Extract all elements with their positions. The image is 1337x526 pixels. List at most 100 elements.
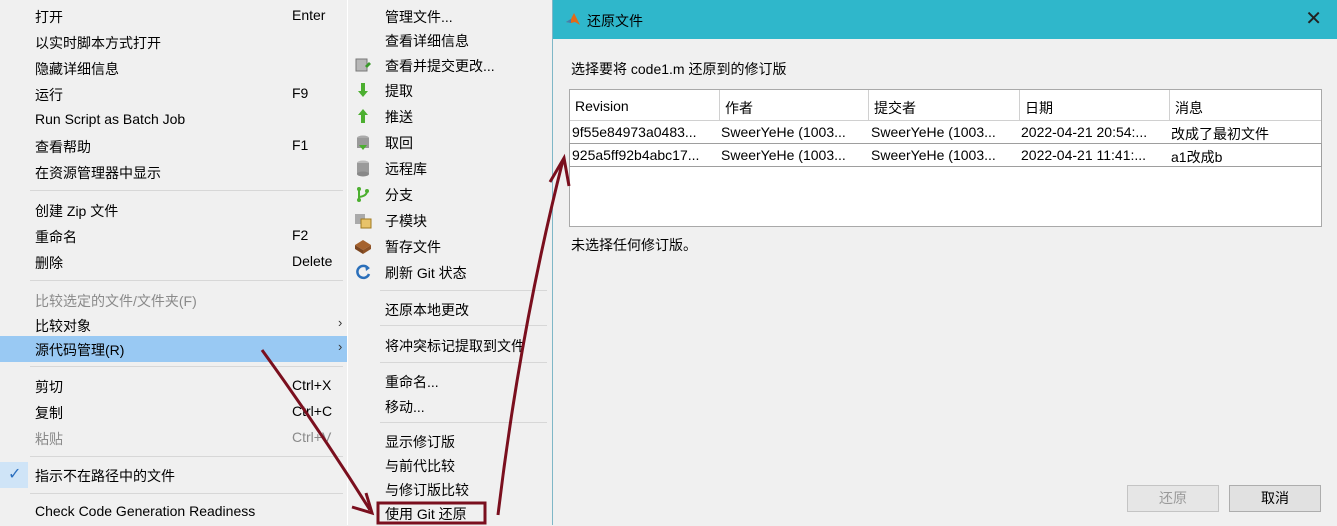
commit-icon	[354, 56, 372, 74]
menu-item-label: 在资源管理器中显示	[35, 165, 161, 181]
menu-item-paste: 粘贴 Ctrl+V	[0, 425, 347, 451]
column-header-message[interactable]: 消息	[1170, 90, 1321, 121]
submenu-item-rename[interactable]: 重命名...	[348, 368, 553, 394]
menu-item-copy[interactable]: 复制 Ctrl+C	[0, 399, 347, 425]
menu-item-open-live-script[interactable]: 以实时脚本方式打开	[0, 29, 347, 55]
menu-item-label: 管理文件...	[385, 9, 453, 25]
revert-file-dialog: 还原文件 ✕ 选择要将 code1.m 还原到的修订版 Revision 作者 …	[552, 0, 1337, 525]
menu-item-indicate-not-on-path[interactable]: ✓ 指示不在路径中的文件	[0, 462, 347, 488]
menu-item-shortcut: Ctrl+V	[292, 429, 332, 445]
menu-item-compare-to[interactable]: 比较对象 ›	[0, 312, 347, 338]
remote-icon	[354, 159, 372, 177]
push-icon	[354, 107, 372, 125]
menu-item-label: 子模块	[385, 213, 427, 229]
menu-item-label: 粘贴	[35, 431, 63, 447]
refresh-icon	[354, 263, 372, 281]
menu-separator	[30, 456, 343, 457]
menu-item-label: 查看并提交更改...	[385, 58, 495, 74]
menu-item-label: Check Code Generation Readiness	[35, 503, 256, 519]
menu-item-label: 比较对象	[35, 318, 91, 334]
menu-separator	[30, 493, 343, 494]
menu-item-label: 推送	[385, 109, 413, 125]
menu-item-shortcut: F1	[292, 137, 309, 153]
menu-item-label: 刷新 Git 状态	[385, 265, 467, 281]
menu-item-check-codegen[interactable]: Check Code Generation Readiness	[0, 499, 347, 525]
menu-item-cut[interactable]: 剪切 Ctrl+X	[0, 373, 347, 399]
menu-item-create-zip[interactable]: 创建 Zip 文件	[0, 197, 347, 223]
menu-item-label: 将冲突标记提取到文件	[385, 338, 525, 354]
menu-item-label: 查看详细信息	[385, 33, 469, 49]
column-header-revision[interactable]: Revision	[570, 90, 720, 121]
submenu-item-branch[interactable]: 分支	[348, 181, 553, 207]
source-control-submenu: 管理文件... 查看详细信息 查看并提交更改... 提取 推送 取回 远程库 分…	[347, 0, 554, 525]
table-row[interactable]: 9f55e84973a0483... SweerYeHe (1003... Sw…	[570, 121, 1321, 143]
submenu-item-fetch[interactable]: 提取	[348, 77, 553, 103]
menu-item-show-in-explorer[interactable]: 在资源管理器中显示	[0, 159, 347, 185]
submenu-item-extract-conflict[interactable]: 将冲突标记提取到文件	[348, 332, 553, 358]
submenu-item-submodule[interactable]: 子模块	[348, 207, 553, 233]
menu-item-shortcut: F9	[292, 85, 309, 101]
submenu-item-revert-git[interactable]: 使用 Git 还原	[348, 500, 553, 526]
menu-item-run[interactable]: 运行 F9	[0, 81, 347, 107]
revert-button[interactable]: 还原	[1127, 485, 1219, 512]
menu-separator	[380, 422, 547, 423]
menu-separator	[380, 290, 547, 291]
menu-item-run-batch[interactable]: Run Script as Batch Job	[0, 107, 347, 133]
submenu-item-refresh[interactable]: 刷新 Git 状态	[348, 259, 553, 285]
menu-item-label: 显示修订版	[385, 434, 455, 450]
menu-item-label: 暂存文件	[385, 239, 441, 255]
submenu-item-push[interactable]: 推送	[348, 103, 553, 129]
menu-item-shortcut: F2	[292, 227, 309, 243]
menu-item-help[interactable]: 查看帮助 F1	[0, 133, 347, 159]
menu-item-open[interactable]: 打开 Enter	[0, 3, 347, 29]
menu-separator	[30, 366, 343, 367]
table-row[interactable]: 925a5ff92b4abc17... SweerYeHe (1003... S…	[569, 143, 1322, 167]
column-header-author[interactable]: 作者	[720, 90, 869, 121]
submenu-item-compare-ancestor[interactable]: 与前代比较	[348, 452, 553, 478]
menu-item-label: 取回	[385, 135, 413, 151]
menu-item-delete[interactable]: 删除 Delete	[0, 249, 347, 275]
menu-separator	[30, 280, 343, 281]
submenu-item-remote[interactable]: 远程库	[348, 155, 553, 181]
submenu-item-manage-files[interactable]: 管理文件...	[348, 3, 553, 29]
menu-item-label: 创建 Zip 文件	[35, 203, 119, 219]
menu-item-label: 与前代比较	[385, 458, 455, 474]
submodule-icon	[354, 211, 372, 229]
menu-item-shortcut: Ctrl+X	[292, 377, 332, 393]
matlab-logo-icon	[566, 13, 580, 25]
cell-committer: SweerYeHe (1003...	[871, 124, 996, 140]
menu-item-label: 分支	[385, 187, 413, 203]
menu-item-source-control[interactable]: 源代码管理(R) ›	[0, 336, 347, 362]
submenu-item-revert-local[interactable]: 还原本地更改	[348, 296, 553, 322]
cell-author: SweerYeHe (1003...	[721, 124, 846, 140]
menu-item-hide-details[interactable]: 隐藏详细信息	[0, 55, 347, 81]
dialog-title: 还原文件	[587, 13, 643, 29]
submenu-item-stash[interactable]: 暂存文件	[348, 233, 553, 259]
column-header-label: 作者	[725, 100, 753, 116]
menu-item-label: 移动...	[385, 399, 425, 415]
menu-item-label: Run Script as Batch Job	[35, 111, 186, 127]
submenu-item-commit[interactable]: 查看并提交更改...	[348, 52, 553, 78]
submenu-item-compare-revision[interactable]: 与修订版比较	[348, 476, 553, 502]
column-header-committer[interactable]: 提交者	[869, 90, 1020, 121]
cell-author: SweerYeHe (1003...	[721, 147, 846, 163]
cancel-button[interactable]: 取消	[1229, 485, 1321, 512]
submenu-item-show-revisions[interactable]: 显示修订版	[348, 428, 553, 454]
close-icon[interactable]: ✕	[1305, 6, 1322, 31]
dialog-titlebar: 还原文件 ✕	[553, 0, 1337, 39]
column-header-label: Revision	[575, 98, 629, 114]
column-header-label: 消息	[1175, 100, 1203, 116]
column-header-date[interactable]: 日期	[1020, 90, 1170, 121]
menu-item-label: 还原本地更改	[385, 302, 469, 318]
menu-item-label: 以实时脚本方式打开	[35, 35, 161, 51]
menu-item-label: 删除	[35, 255, 63, 271]
submenu-item-pull[interactable]: 取回	[348, 129, 553, 155]
menu-item-label: 与修订版比较	[385, 482, 469, 498]
menu-item-label: 复制	[35, 405, 63, 421]
submenu-item-move[interactable]: 移动...	[348, 393, 553, 419]
submenu-item-view-details[interactable]: 查看详细信息	[348, 27, 553, 53]
menu-item-rename[interactable]: 重命名 F2	[0, 223, 347, 249]
chevron-right-icon: ›	[338, 339, 343, 354]
menu-separator	[30, 190, 343, 191]
dialog-prompt: 选择要将 code1.m 还原到的修订版	[571, 61, 787, 77]
